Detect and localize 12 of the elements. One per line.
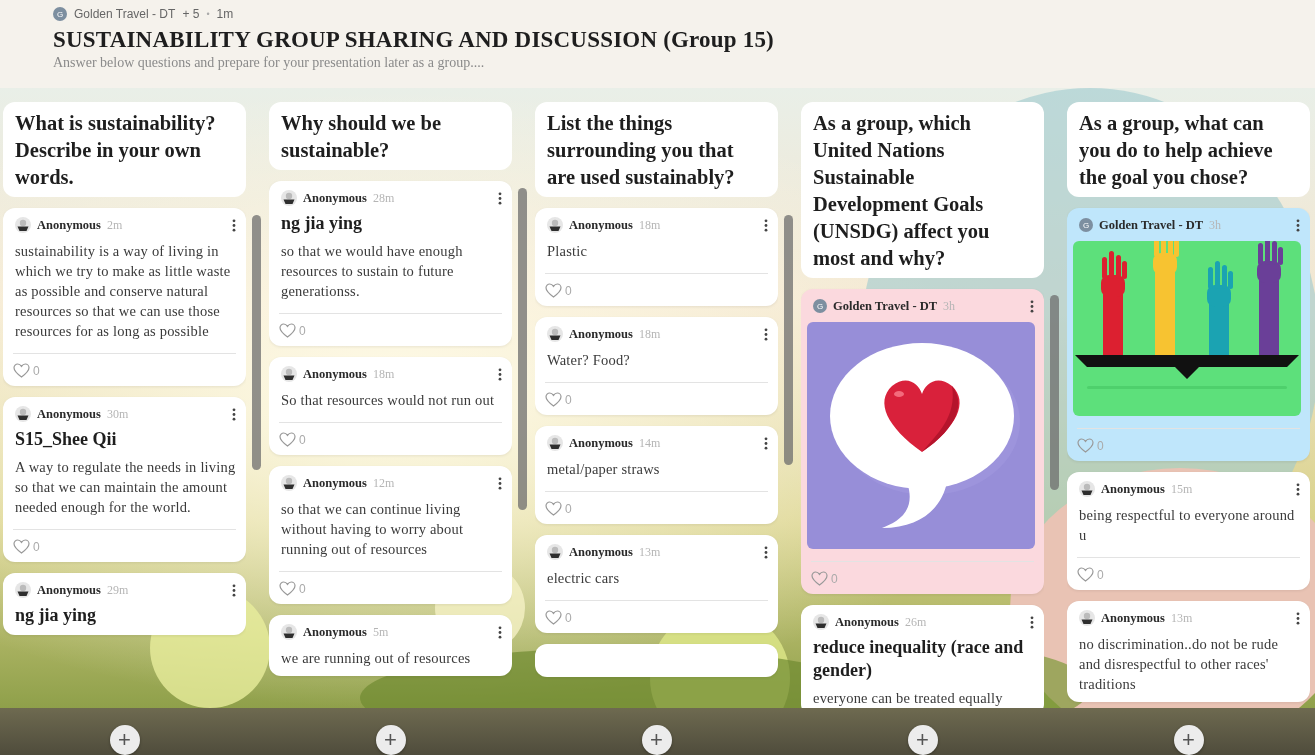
add-post-button[interactable]: + (1173, 725, 1204, 755)
author-name: Golden Travel - DT (74, 7, 176, 21)
add-post-button[interactable]: + (375, 725, 406, 755)
board-title: SUSTAINABILITY GROUP SHARING AND DISCUSSION (Group 15) (53, 27, 775, 53)
contributor-count[interactable]: + 5 (182, 7, 200, 21)
separator-dot: • (206, 9, 210, 19)
board-description: Answer below questions and prepare for your presentation later as a group.... (53, 55, 486, 71)
add-post-button[interactable]: + (907, 725, 938, 755)
timestamp: 1m (216, 7, 234, 21)
add-post-button[interactable]: + (109, 725, 140, 755)
add-post-button[interactable]: + (641, 725, 672, 755)
avatar-initial: G (53, 7, 67, 21)
